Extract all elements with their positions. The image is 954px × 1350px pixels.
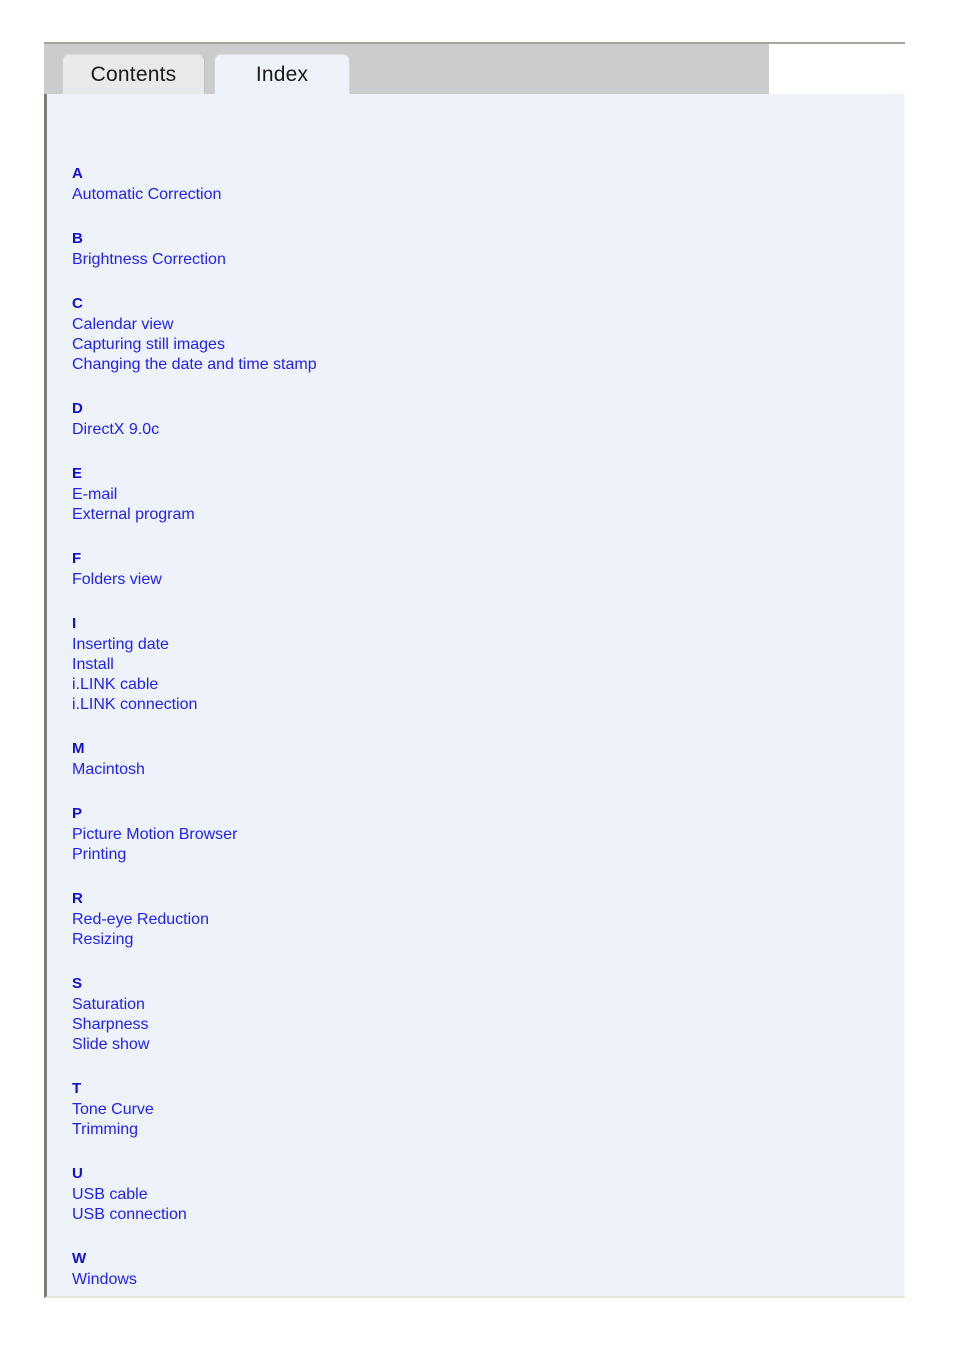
index-section-r: R Red-eye Reduction Resizing — [72, 889, 772, 950]
index-list: A Automatic Correction B Brightness Correct… — [72, 164, 772, 1290]
index-letter-heading: P — [72, 805, 83, 822]
index-section-m: M Macintosh — [72, 739, 772, 780]
index-letter-heading: U — [72, 1165, 84, 1182]
index-panel: A Automatic Correction B Brightness Correct… — [44, 94, 905, 1298]
index-entry-link[interactable]: Red-eye Reduction — [72, 910, 772, 930]
index-entry-link[interactable]: Capturing still images — [72, 335, 772, 355]
index-entry-link[interactable]: Printing — [72, 845, 772, 865]
index-entry-link[interactable]: Inserting date — [72, 635, 772, 655]
help-viewer-window: Contents Index A Automatic Correction B Bri… — [44, 42, 905, 1298]
index-entry-link[interactable]: Resizing — [72, 930, 772, 950]
index-section-c: C Calendar view Capturing still images Chan… — [72, 294, 772, 375]
tab-index-label: Index — [255, 62, 309, 86]
index-entry-link[interactable]: USB cable — [72, 1185, 772, 1205]
index-section-t: T Tone Curve Trimming — [72, 1079, 772, 1140]
index-entry-link[interactable]: Windows — [72, 1270, 772, 1290]
index-section-a: A Automatic Correction — [72, 164, 772, 205]
index-entry-link[interactable]: Tone Curve — [72, 1100, 772, 1120]
index-letter-heading: C — [72, 295, 84, 312]
tab-strip-filler — [769, 44, 905, 94]
index-letter-heading: W — [72, 1250, 87, 1267]
index-section-w: W Windows — [72, 1249, 772, 1290]
index-letter-heading: E — [72, 465, 83, 482]
tab-contents[interactable]: Contents — [62, 54, 205, 94]
index-entry-link[interactable]: Picture Motion Browser — [72, 825, 772, 845]
index-section-f: F Folders view — [72, 549, 772, 590]
index-section-d: D DirectX 9.0c — [72, 399, 772, 440]
tab-index[interactable]: Index — [214, 54, 350, 94]
index-section-e: E E-mail External program — [72, 464, 772, 525]
index-letter-heading: I — [72, 615, 77, 632]
index-entry-link[interactable]: Automatic Correction — [72, 185, 772, 205]
index-section-u: U USB cable USB connection — [72, 1164, 772, 1225]
tab-contents-label: Contents — [90, 62, 177, 86]
index-entry-link[interactable]: Changing the date and time stamp — [72, 355, 772, 375]
index-entry-link[interactable]: Trimming — [72, 1120, 772, 1140]
index-entry-link[interactable]: i.LINK cable — [72, 675, 772, 695]
index-entry-link[interactable]: USB connection — [72, 1205, 772, 1225]
index-letter-heading: B — [72, 230, 84, 247]
index-entry-link[interactable]: External program — [72, 505, 772, 525]
index-entry-link[interactable]: Saturation — [72, 995, 772, 1015]
index-entry-link[interactable]: Folders view — [72, 570, 772, 590]
index-letter-heading: S — [72, 975, 83, 992]
index-letter-heading: T — [72, 1080, 82, 1097]
index-entry-link[interactable]: Install — [72, 655, 772, 675]
index-entry-link[interactable]: Sharpness — [72, 1015, 772, 1035]
index-entry-link[interactable]: Macintosh — [72, 760, 772, 780]
index-entry-link[interactable]: Calendar view — [72, 315, 772, 335]
tab-strip: Contents Index — [44, 44, 905, 94]
index-letter-heading: D — [72, 400, 84, 417]
index-section-p: P Picture Motion Browser Printing — [72, 804, 772, 865]
index-entry-link[interactable]: Brightness Correction — [72, 250, 772, 270]
index-letter-heading: A — [72, 165, 84, 182]
index-section-b: B Brightness Correction — [72, 229, 772, 270]
index-entry-link[interactable]: E-mail — [72, 485, 772, 505]
index-letter-heading: M — [72, 740, 85, 757]
index-section-i: I Inserting date Install i.LINK cable i.LINK… — [72, 614, 772, 715]
index-entry-link[interactable]: DirectX 9.0c — [72, 420, 772, 440]
index-entry-link[interactable]: Slide show — [72, 1035, 772, 1055]
index-letter-heading: F — [72, 550, 82, 567]
index-section-s: S Saturation Sharpness Slide show — [72, 974, 772, 1055]
index-letter-heading: R — [72, 890, 84, 907]
index-entry-link[interactable]: i.LINK connection — [72, 695, 772, 715]
